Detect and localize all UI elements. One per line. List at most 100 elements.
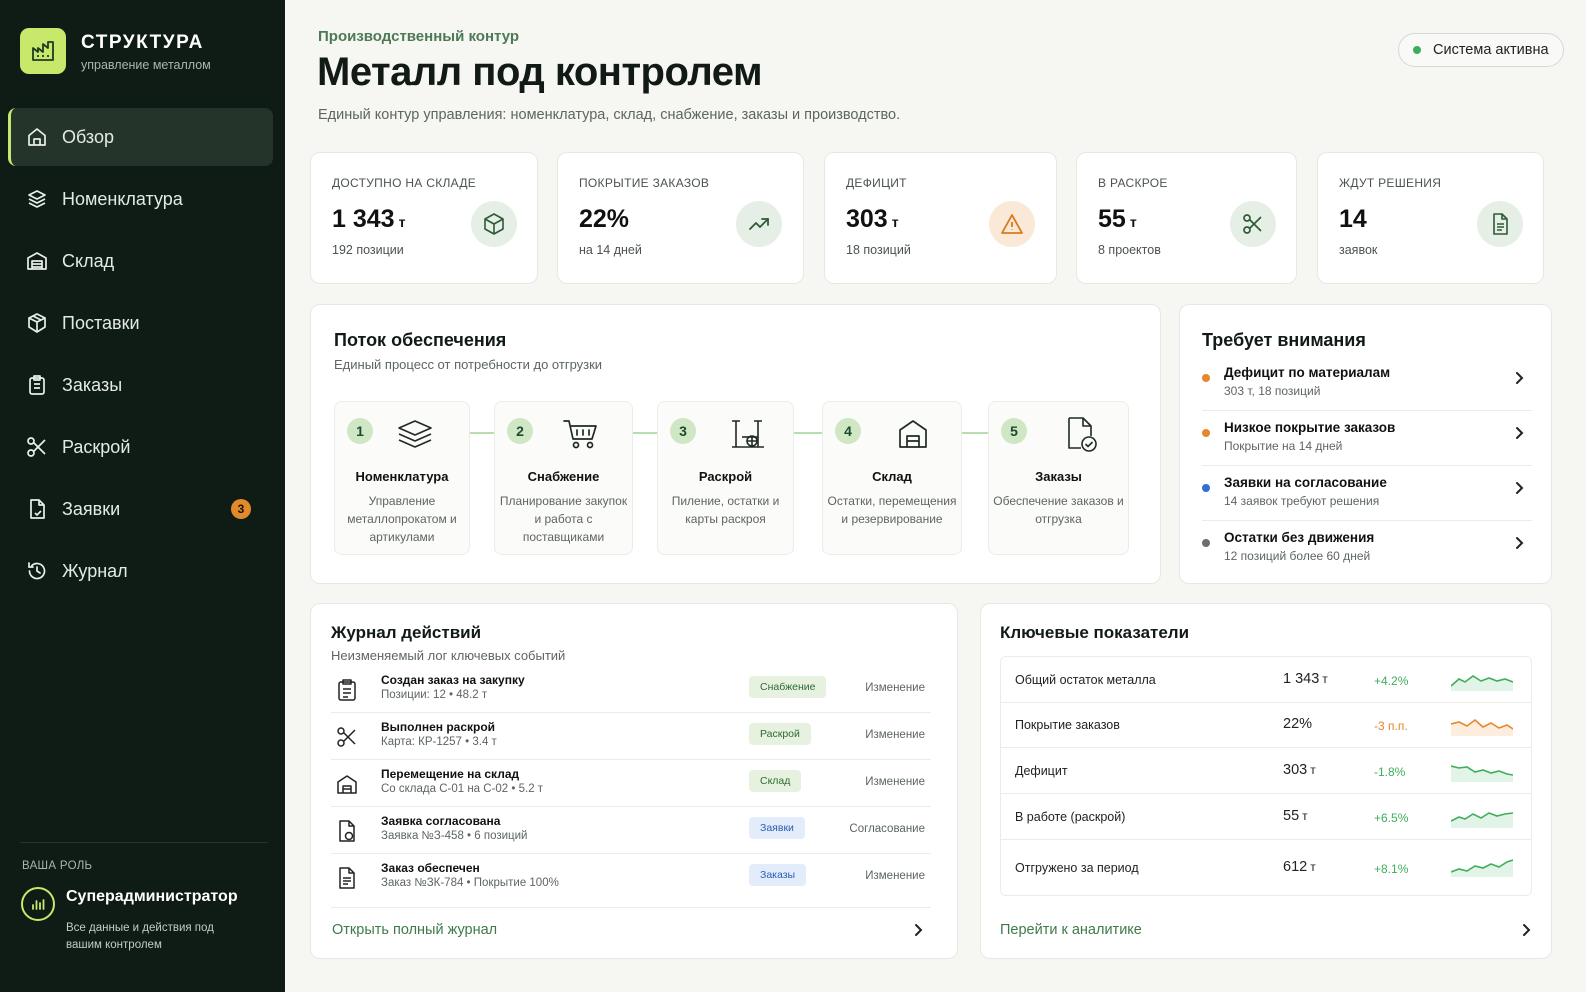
layers-icon [26,188,48,210]
flow-step-cutting[interactable]: 3 Раскрой Пиление, остатки и карты раскр… [657,401,794,555]
sidebar-item-label: Заявки [62,498,121,519]
flow-connector [633,432,657,434]
go-to-analytics-link[interactable]: Перейти к аналитике [1000,922,1142,938]
journal-row[interactable]: Выполнен раскрой Карта: КР-1257 • 3.4 т … [331,713,931,760]
clipboard-icon [335,677,359,703]
brand-title: СТРУКТУРА [81,32,204,53]
kpi-card-pending[interactable]: ЖДУТ РЕШЕНИЯ 14 заявок [1317,152,1544,284]
attention-item-approvals[interactable]: Заявки на согласование 14 заявок требуют… [1202,467,1532,521]
kpi-value: 55 т [1098,205,1137,233]
supply-flow-card: Поток обеспечения Единый процесс от потр… [310,304,1161,584]
kpi-sub: на 14 дней [579,243,642,257]
metric-delta: +4.2% [1374,674,1409,688]
status-dot-icon [1413,46,1421,54]
status-dot-icon [1202,539,1210,547]
journal-row[interactable]: Заявка согласована Заявка №З-458 • 6 поз… [331,807,931,854]
journal-row-title: Заявка согласована [381,814,501,828]
attention-card: Требует внимания Дефицит по материалам 3… [1179,304,1552,584]
chevron-right-icon[interactable] [911,922,925,938]
flow-connector [794,432,822,434]
attention-item-sub: 14 заявок требуют решения [1224,494,1380,508]
sparkline-chart [1451,812,1513,828]
sparkline-chart [1451,718,1513,736]
journal-row-tag: Заказы [749,864,807,886]
kpi-sub: 8 проектов [1098,243,1161,257]
sidebar-item-label: Журнал [62,560,128,581]
sidebar-item-supplies[interactable]: Поставки [8,294,273,352]
logo-icon [20,28,66,74]
flow-step-orders[interactable]: 5 Заказы Обеспечение заказов и отгрузка [988,401,1129,555]
journal-row-action: Изменение [865,870,925,882]
journal-row[interactable]: Создан заказ на закупку Позиции: 12 • 48… [331,666,931,713]
metric-name: Покрытие заказов [1015,718,1120,732]
metric-value: 22% [1283,716,1313,732]
file-check-icon [1059,414,1103,454]
kpi-card-deficit[interactable]: ДЕФИЦИТ 303 т 18 позиций [824,152,1057,284]
file-icon [26,498,48,520]
trend-up-icon [736,201,782,247]
open-full-journal-link[interactable]: Открыть полный журнал [332,922,497,938]
journal-row-sub: Заказ №ЗК-784 • Покрытие 100% [381,877,559,889]
sidebar-item-overview[interactable]: Обзор [8,108,273,166]
flow-step-supply[interactable]: 2 Снабжение Планирование закупок и работ… [494,401,633,555]
sidebar-item-journal[interactable]: Журнал [8,542,273,600]
flow-step-warehouse[interactable]: 4 Склад Остатки, перемещения и резервиро… [822,401,962,555]
sidebar-item-cutting[interactable]: Раскрой [8,418,273,476]
journal-row-title: Выполнен раскрой [381,720,496,734]
attention-item-stale-stock[interactable]: Остатки без движения 12 позиций более 60… [1202,522,1532,576]
saw-icon [726,414,770,454]
step-number: 5 [1001,418,1027,444]
attention-item-deficit[interactable]: Дефицит по материалам 303 т, 18 позиций [1202,357,1532,411]
sidebar-item-label: Заказы [62,374,123,395]
metric-delta: +8.1% [1374,862,1409,876]
sidebar-item-label: Номенклатура [62,188,183,209]
attention-item-coverage[interactable]: Низкое покрытие заказов Покрытие на 14 д… [1202,412,1532,466]
journal-row-sub: Заявка №З-458 • 6 позиций [381,830,528,842]
main-content: Производственный контур Металл под контр… [285,0,1586,992]
journal-title: Журнал действий [331,623,482,642]
metrics-row: Общий остаток металла 1 343 т +4.2% [1001,657,1531,703]
journal-row[interactable]: Заказ обеспечен Заказ №ЗК-784 • Покрытие… [331,854,931,901]
chevron-right-icon [1516,372,1524,384]
sidebar-item-nomenclature[interactable]: Номенклатура [8,170,273,228]
kpi-sub: заявок [1339,243,1378,257]
metric-name: Общий остаток металла [1015,673,1156,687]
scissors-icon [335,724,359,750]
step-number: 1 [347,418,373,444]
sparkline-chart [1451,675,1513,691]
step-description: Обеспечение заказов и отгрузка [993,494,1124,526]
journal-row-action: Изменение [865,729,925,741]
step-description: Управление металлопрокатом и артикулами [347,494,457,544]
sidebar-item-requests[interactable]: Заявки 3 [8,480,273,538]
metric-delta: -3 п.п. [1374,719,1408,733]
journal-row-sub: Карта: КР-1257 • 3.4 т [381,736,497,748]
kpi-card-coverage[interactable]: ПОКРЫТИЕ ЗАКАЗОВ 22% на 14 дней [557,152,804,284]
sidebar-item-warehouse[interactable]: Склад [8,232,273,290]
sidebar-item-label: Раскрой [62,436,131,457]
sparkline-chart [1451,765,1513,782]
kpi-label: ЖДУТ РЕШЕНИЯ [1339,176,1442,190]
status-dot-icon [1202,429,1210,437]
metric-name: Дефицит [1015,764,1068,778]
kpi-card-cutting[interactable]: В РАСКРОЕ 55 т 8 проектов [1076,152,1297,284]
box-icon [26,312,48,334]
journal-row[interactable]: Перемещение на склад Со склада С-01 на С… [331,760,931,807]
step-name: Заказы [1035,469,1082,484]
brand-subtitle: управление металлом [81,58,211,72]
bar-chart-icon [21,887,55,921]
metric-delta: +6.5% [1374,811,1409,825]
journal-row-title: Заказ обеспечен [381,861,480,875]
page-eyebrow: Производственный контур [318,28,520,45]
attention-item-title: Остатки без движения [1224,530,1375,545]
step-number: 4 [835,418,861,444]
step-name: Снабжение [527,469,600,484]
flow-step-nomenclature[interactable]: 1 Номенклатура Управление металлопрокато… [334,401,470,555]
chevron-right-icon[interactable] [1519,922,1533,938]
journal-row-sub: Позиции: 12 • 48.2 т [381,689,488,701]
kpi-card-stock[interactable]: ДОСТУПНО НА СКЛАДЕ 1 343 т 192 позиции [310,152,538,284]
requests-count-badge: 3 [231,499,251,519]
kpi-value: 1 343 т [332,205,406,233]
journal-row-action: Изменение [865,776,925,788]
sidebar-item-orders[interactable]: Заказы [8,356,273,414]
journal-row-tag: Раскрой [749,723,811,745]
